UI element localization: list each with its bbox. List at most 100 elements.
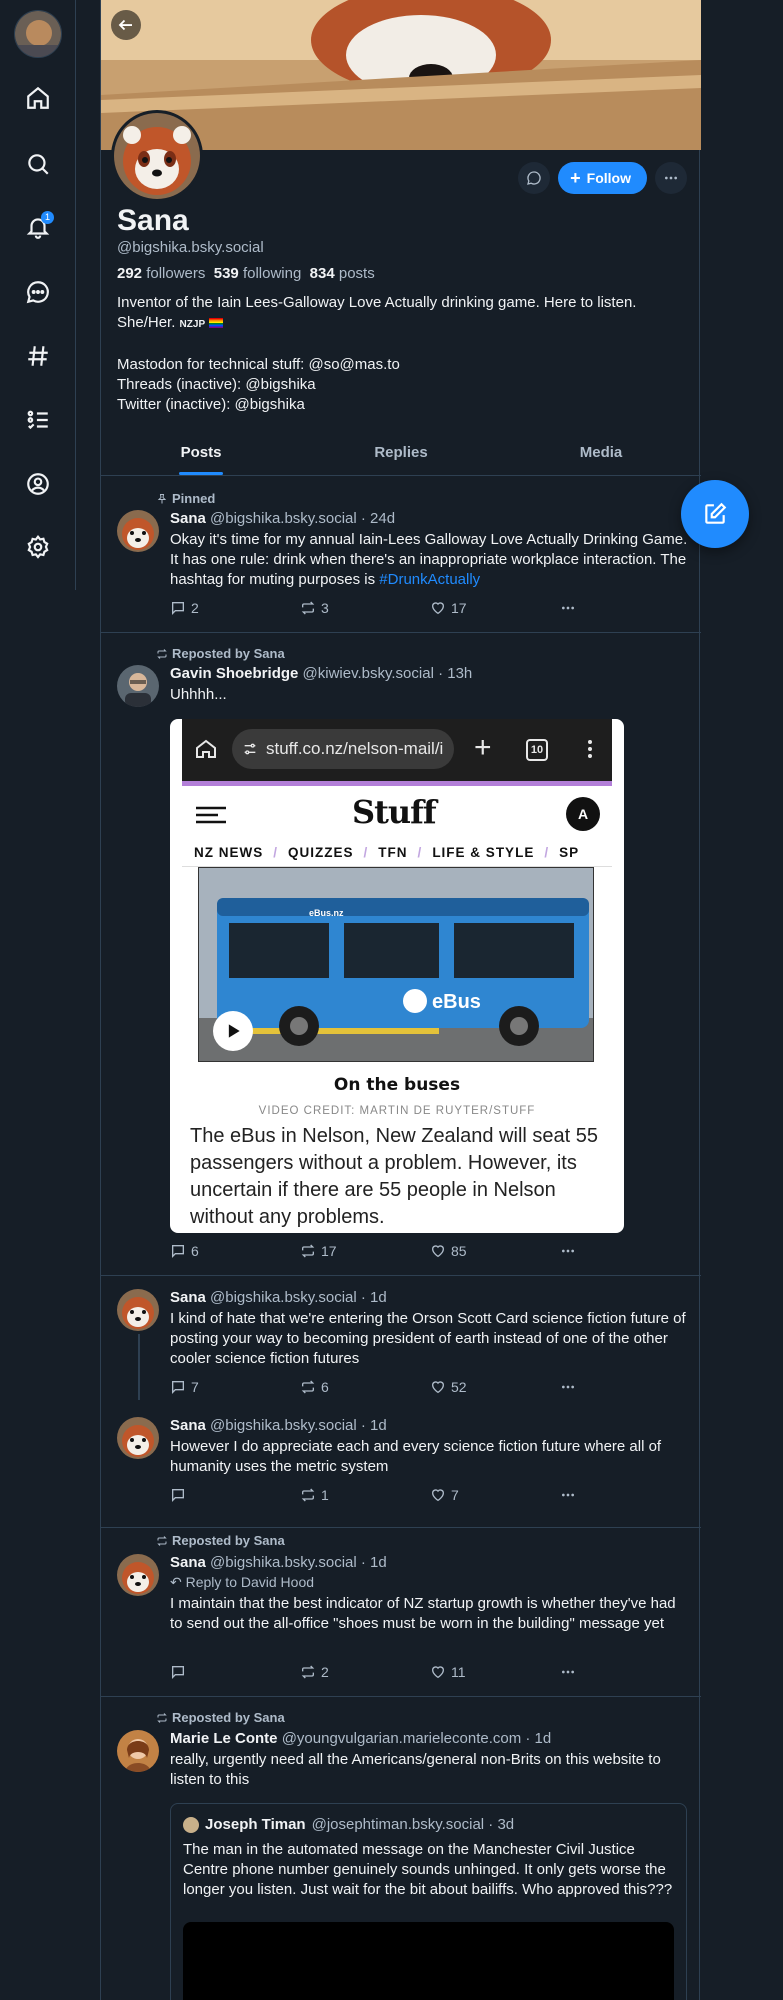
- post-header: Sana @bigshika.bsky.social · 1d: [170, 1554, 387, 1571]
- left-navigation: 1: [0, 0, 76, 590]
- video-play-button[interactable]: [213, 1011, 253, 1051]
- search-icon[interactable]: [20, 146, 56, 182]
- avatar[interactable]: [117, 1289, 159, 1331]
- followers-link[interactable]: 292 followers: [117, 265, 205, 282]
- reply-icon: [172, 1666, 184, 1679]
- reply-button[interactable]: 7: [170, 1379, 300, 1395]
- repost-button[interactable]: 6: [300, 1379, 430, 1395]
- profile-avatar[interactable]: [111, 110, 203, 202]
- post-more-button[interactable]: [560, 600, 600, 616]
- post-image[interactable]: stuff.co.nz/nelson-mail/i + 10 Stuff A N…: [170, 719, 624, 1233]
- tab-posts[interactable]: Posts: [101, 430, 301, 475]
- tune-icon: [244, 743, 256, 755]
- reply-button[interactable]: 2: [170, 600, 300, 616]
- reply-button[interactable]: [170, 1487, 300, 1503]
- feed-post[interactable]: Pinned Sana @bigshika.bsky.social · 24d …: [101, 477, 701, 633]
- reply-icon: [172, 1245, 184, 1258]
- quoted-post[interactable]: Joseph Timan @josephtiman.bsky.social · …: [170, 1803, 687, 2000]
- tab-media[interactable]: Media: [501, 430, 701, 475]
- hashtag-link[interactable]: #DrunkActually: [379, 571, 480, 588]
- heart-icon: [431, 1666, 445, 1679]
- post-header: Sana @bigshika.bsky.social · 1d: [170, 1417, 387, 1434]
- like-button[interactable]: 17: [430, 600, 560, 616]
- home-icon[interactable]: [20, 80, 56, 116]
- post-header: Sana @bigshika.bsky.social · 24d: [170, 510, 396, 527]
- avatar[interactable]: [117, 665, 159, 707]
- follow-button[interactable]: + Follow: [558, 162, 647, 194]
- notification-badge: 1: [41, 211, 54, 224]
- post-text: Uhhhh...: [170, 686, 227, 703]
- avatar[interactable]: [117, 1554, 159, 1596]
- settings-gear-icon[interactable]: [20, 529, 56, 565]
- post-more-button[interactable]: [560, 1487, 600, 1503]
- like-button[interactable]: 7: [430, 1487, 560, 1503]
- thread-line: [138, 1334, 140, 1400]
- feeds-hashtag-icon[interactable]: [20, 338, 56, 374]
- reply-to-context[interactable]: ↶ Reply to David Hood: [170, 1574, 314, 1591]
- profile-icon[interactable]: [20, 466, 56, 502]
- image-credit: VIDEO CREDIT: MARTIN DE RUYTER/STUFF: [258, 1105, 536, 1117]
- chat-icon[interactable]: [20, 274, 56, 310]
- reply-icon: [172, 602, 184, 615]
- bus-url: eBus.nz: [309, 908, 344, 918]
- kebab-menu-icon: [588, 740, 592, 758]
- more-icon: [562, 1249, 574, 1253]
- repost-icon: [301, 1380, 315, 1394]
- repost-button[interactable]: 17: [300, 1243, 430, 1259]
- repost-context: Reposted by Sana: [156, 646, 285, 661]
- url-bar: stuff.co.nz/nelson-mail/i: [232, 729, 454, 769]
- more-icon: [562, 1493, 574, 1497]
- bus-photo: eBus eBus.nz: [198, 867, 594, 1062]
- post-actions: 6 17 85: [170, 1243, 600, 1259]
- reply-button[interactable]: 6: [170, 1243, 300, 1259]
- video-embed[interactable]: [183, 1922, 674, 2000]
- reply-button[interactable]: [170, 1664, 300, 1680]
- posts-count: 834 posts: [309, 265, 375, 282]
- like-button[interactable]: 85: [430, 1243, 560, 1259]
- more-options-button[interactable]: [655, 162, 687, 194]
- bio-line: Threads (inactive): @bigshika: [117, 376, 316, 393]
- repost-button[interactable]: 1: [300, 1487, 430, 1503]
- browser-chrome: stuff.co.nz/nelson-mail/i + 10: [182, 719, 612, 781]
- avatar[interactable]: [117, 1417, 159, 1459]
- profile-actions: + Follow: [518, 162, 687, 194]
- reply-icon: [172, 1381, 184, 1394]
- pin-icon: [157, 493, 167, 503]
- notifications-icon[interactable]: 1: [20, 209, 56, 245]
- repost-button[interactable]: 2: [300, 1664, 430, 1680]
- message-button[interactable]: [518, 162, 551, 194]
- avatar[interactable]: [117, 1730, 159, 1772]
- back-button[interactable]: [111, 10, 141, 40]
- repost-context: Reposted by Sana: [156, 1710, 285, 1725]
- like-button[interactable]: 52: [430, 1379, 560, 1395]
- tab-replies[interactable]: Replies: [301, 430, 501, 475]
- repost-icon: [157, 1535, 167, 1546]
- like-button[interactable]: 11: [430, 1664, 560, 1680]
- post-actions: 7 6 52: [170, 1379, 600, 1395]
- avatar[interactable]: [117, 510, 159, 552]
- post-more-button[interactable]: [560, 1379, 600, 1395]
- site-logo: Stuff: [352, 793, 437, 831]
- repost-button[interactable]: 3: [300, 600, 430, 616]
- heart-icon: [431, 1245, 445, 1258]
- repost-icon: [157, 1712, 167, 1723]
- repost-context: Reposted by Sana: [156, 1533, 285, 1548]
- feed-post[interactable]: Reposted by Sana Sana @bigshika.bsky.soc…: [101, 1520, 701, 1697]
- post-more-button[interactable]: [560, 1243, 600, 1259]
- feed-post[interactable]: Sana @bigshika.bsky.social · 1d I kind o…: [101, 1276, 701, 1528]
- home-icon: [196, 739, 216, 758]
- compose-button[interactable]: [681, 480, 749, 548]
- post-text: However I do appreciate each and every s…: [170, 1438, 662, 1475]
- my-avatar[interactable]: [14, 10, 62, 58]
- bio-line: Inventor of the Iain Lees-Galloway Love …: [117, 294, 637, 311]
- quoted-post-text: The man in the automated message on the …: [183, 1841, 673, 1898]
- profile-display-name: Sana: [117, 204, 189, 237]
- lists-icon[interactable]: [20, 402, 56, 438]
- hamburger-menu-icon: [196, 806, 226, 824]
- post-more-button[interactable]: [560, 1664, 600, 1680]
- reply-icon: [172, 1489, 184, 1502]
- post-actions: 2 3 17: [170, 600, 600, 616]
- bio-line: She/Her. NZJP: [117, 313, 687, 335]
- post-text: Okay it's time for my annual Iain-Lees G…: [170, 531, 688, 588]
- following-link[interactable]: 539 following: [214, 265, 302, 282]
